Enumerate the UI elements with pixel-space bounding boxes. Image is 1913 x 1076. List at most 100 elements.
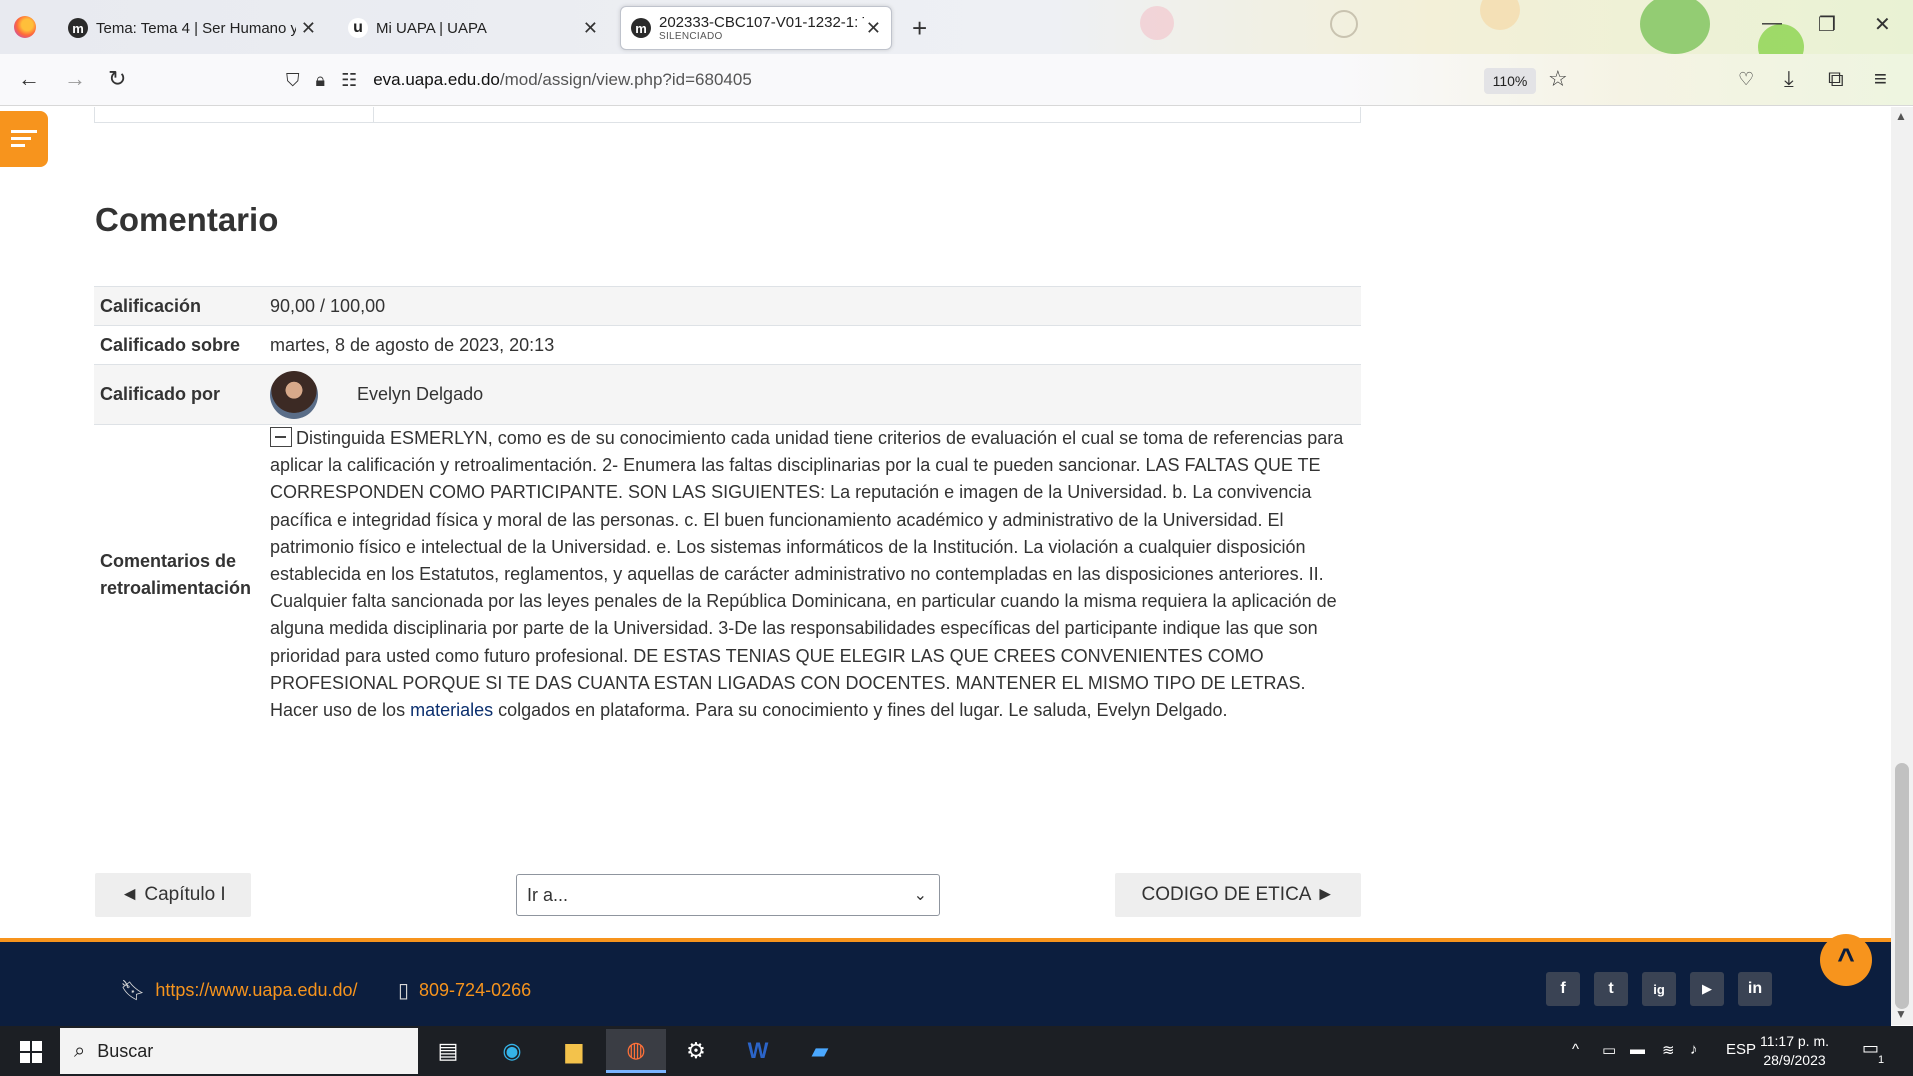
tab-tema-4[interactable]: m Tema: Tema 4 | Ser Humano y D ✕: [58, 6, 326, 50]
show-hidden-icons-icon[interactable]: ^: [1572, 1041, 1579, 1058]
edge-icon[interactable]: ◉: [492, 1032, 532, 1070]
previous-table-bottom: [94, 107, 1361, 123]
chevron-down-icon: ⌄: [913, 887, 927, 904]
graded-on-value: martes, 8 de agosto de 2023, 20:13: [264, 325, 1361, 365]
instagram-icon[interactable]: ig: [1642, 972, 1676, 1006]
next-activity-button[interactable]: CODIGO DE ETICA ►: [1115, 873, 1361, 917]
youtube-icon[interactable]: ▶: [1690, 972, 1724, 1006]
zoom-level[interactable]: 110%: [1484, 68, 1536, 94]
site-footer: 🔖︎ https://www.uapa.edu.do/ ▯ 809-724-02…: [0, 938, 1891, 1027]
table-divider: [373, 107, 374, 123]
back-arrow-icon[interactable]: ←: [18, 66, 40, 92]
tab-assignment-active[interactable]: m 202333-CBC107-V01-1232-1: T/ SILENCIAD…: [620, 6, 892, 50]
wifi-icon[interactable]: ≋: [1662, 1041, 1675, 1059]
firefox-icon[interactable]: [14, 16, 36, 38]
windows-taskbar: ⌕ Buscar ▤ ◉ ▆ ◍ ⚙ W ▰ ^ ▭ ▬ ≋ ♪ ESP 11:…: [0, 1026, 1913, 1076]
shield-icon[interactable]: ⛉: [286, 70, 300, 91]
file-explorer-icon[interactable]: ▆: [554, 1032, 594, 1070]
grade-label: Calificación: [94, 286, 264, 326]
search-icon: ⌕: [74, 1039, 86, 1062]
decorative-flower-icon: [1330, 10, 1358, 38]
tab-muted-label: SILENCIADO: [659, 31, 723, 42]
page-scrollbar[interactable]: ▲ ▼: [1891, 107, 1913, 1025]
menu-icon[interactable]: ≡: [1874, 66, 1887, 92]
bookmark-star-icon[interactable]: ☆: [1548, 66, 1568, 92]
comments-label: Comentarios de retroalimentación: [94, 424, 264, 725]
language-indicator[interactable]: ESP: [1726, 1041, 1756, 1058]
new-tab-button[interactable]: +: [912, 13, 927, 44]
reload-icon[interactable]: ↻: [108, 66, 126, 92]
scroll-down-arrow-icon[interactable]: ▼: [1895, 1007, 1907, 1021]
url-domain: eva.uapa.edu.do: [373, 70, 500, 89]
address-bar[interactable]: ⛉ 🔒︎ ☷ eva.uapa.edu.do/mod/assign/view.p…: [286, 62, 1570, 98]
restore-button[interactable]: ❐: [1818, 12, 1836, 37]
close-window-button[interactable]: ✕: [1874, 12, 1891, 37]
jump-to-select[interactable]: Ir a... ⌄: [516, 874, 940, 916]
jump-to-selected-value: Ir a...: [527, 884, 569, 905]
table-row: Calificado sobre martes, 8 de agosto de …: [94, 325, 1361, 365]
feedback-table: Calificación 90,00 / 100,00 Calificado s…: [94, 286, 1361, 725]
footer-phone[interactable]: ▯ 809-724-0266: [398, 978, 531, 1003]
facebook-icon[interactable]: f: [1546, 972, 1580, 1006]
extensions-icon[interactable]: ⧉: [1828, 66, 1844, 92]
previous-activity-button[interactable]: ◄ Capítulo I: [95, 873, 251, 917]
word-icon[interactable]: W: [738, 1032, 778, 1070]
page-content: Comentario Calificación 90,00 / 100,00 C…: [0, 107, 1891, 939]
uapa-icon: u: [348, 18, 368, 38]
tab-title: Mi UAPA | UAPA: [376, 19, 487, 37]
scroll-up-arrow-icon[interactable]: ▲: [1895, 109, 1907, 123]
firefox-taskbar-icon[interactable]: ◍: [606, 1029, 666, 1073]
phone-link[interactable]: 809-724-0266: [419, 980, 531, 1001]
twitter-icon[interactable]: t: [1594, 972, 1628, 1006]
browser-tab-bar: m Tema: Tema 4 | Ser Humano y D ✕ u Mi U…: [0, 0, 1913, 54]
url-text[interactable]: eva.uapa.edu.do/mod/assign/view.php?id=6…: [373, 70, 752, 90]
volume-icon[interactable]: ♪: [1690, 1041, 1698, 1058]
moodle-icon: m: [68, 18, 88, 38]
clock-date: 28/9/2023: [1763, 1052, 1826, 1068]
section-title: Comentario: [95, 201, 279, 238]
comment-text: Distinguida ESMERLYN, como es de su cono…: [270, 428, 1344, 721]
decorative-butterfly-icon: [1640, 0, 1710, 54]
website-link[interactable]: https://www.uapa.edu.do/: [155, 980, 357, 1001]
forward-arrow-icon[interactable]: →: [64, 66, 86, 92]
notifications-icon[interactable]: ▭: [1862, 1038, 1879, 1059]
taskbar-search[interactable]: ⌕ Buscar: [60, 1028, 418, 1074]
battery-icon[interactable]: ▬: [1630, 1041, 1645, 1058]
windows-start-icon[interactable]: [20, 1041, 42, 1063]
footer-website[interactable]: 🔖︎ https://www.uapa.edu.do/: [120, 978, 358, 1003]
photos-icon[interactable]: ▰: [800, 1032, 840, 1070]
tab-mi-uapa[interactable]: u Mi UAPA | UAPA ✕: [338, 6, 608, 50]
drawer-toggle-button[interactable]: [0, 111, 48, 167]
grade-value: 90,00 / 100,00: [264, 286, 1361, 326]
tab-title: Tema: Tema 4 | Ser Humano y D: [96, 19, 296, 37]
decorative-flower-icon: [1480, 0, 1520, 30]
decorative-flower-icon: [1140, 6, 1174, 40]
chevron-up-icon: ^: [1837, 943, 1855, 976]
permissions-icon[interactable]: ☷: [341, 70, 357, 91]
linkedin-icon[interactable]: in: [1738, 972, 1772, 1006]
close-icon[interactable]: ✕: [866, 18, 881, 39]
close-icon[interactable]: ✕: [583, 18, 598, 39]
pocket-icon[interactable]: ♡: [1738, 69, 1754, 90]
comments-label-line-1: Comentarios de: [100, 550, 237, 571]
meet-icon[interactable]: ▭: [1602, 1041, 1616, 1059]
taskbar-clock[interactable]: 11:17 p. m. 28/9/2023: [1760, 1032, 1829, 1070]
notification-count: 1: [1878, 1054, 1885, 1066]
tab-title: 202333-CBC107-V01-1232-1: T/: [659, 14, 864, 31]
materials-link[interactable]: materiales: [410, 700, 493, 720]
download-icon[interactable]: ⤓: [1784, 66, 1794, 92]
scrollbar-thumb[interactable]: [1895, 763, 1909, 1009]
minimize-button[interactable]: —: [1762, 12, 1782, 35]
grader-name[interactable]: Evelyn Delgado: [357, 384, 483, 405]
bookmark-icon: 🔖︎: [120, 980, 146, 1002]
back-to-top-button[interactable]: ^: [1820, 934, 1872, 986]
collapse-icon[interactable]: [270, 427, 292, 447]
lock-icon[interactable]: 🔒︎: [316, 70, 326, 91]
grader-cell: Evelyn Delgado: [264, 364, 1361, 425]
settings-gear-icon[interactable]: ⚙: [676, 1032, 716, 1070]
task-view-icon[interactable]: ▤: [428, 1032, 468, 1070]
table-row: Calificado por Evelyn Delgado: [94, 364, 1361, 425]
avatar[interactable]: [270, 370, 318, 419]
close-icon[interactable]: ✕: [301, 18, 316, 39]
table-row: Calificación 90,00 / 100,00: [94, 286, 1361, 326]
